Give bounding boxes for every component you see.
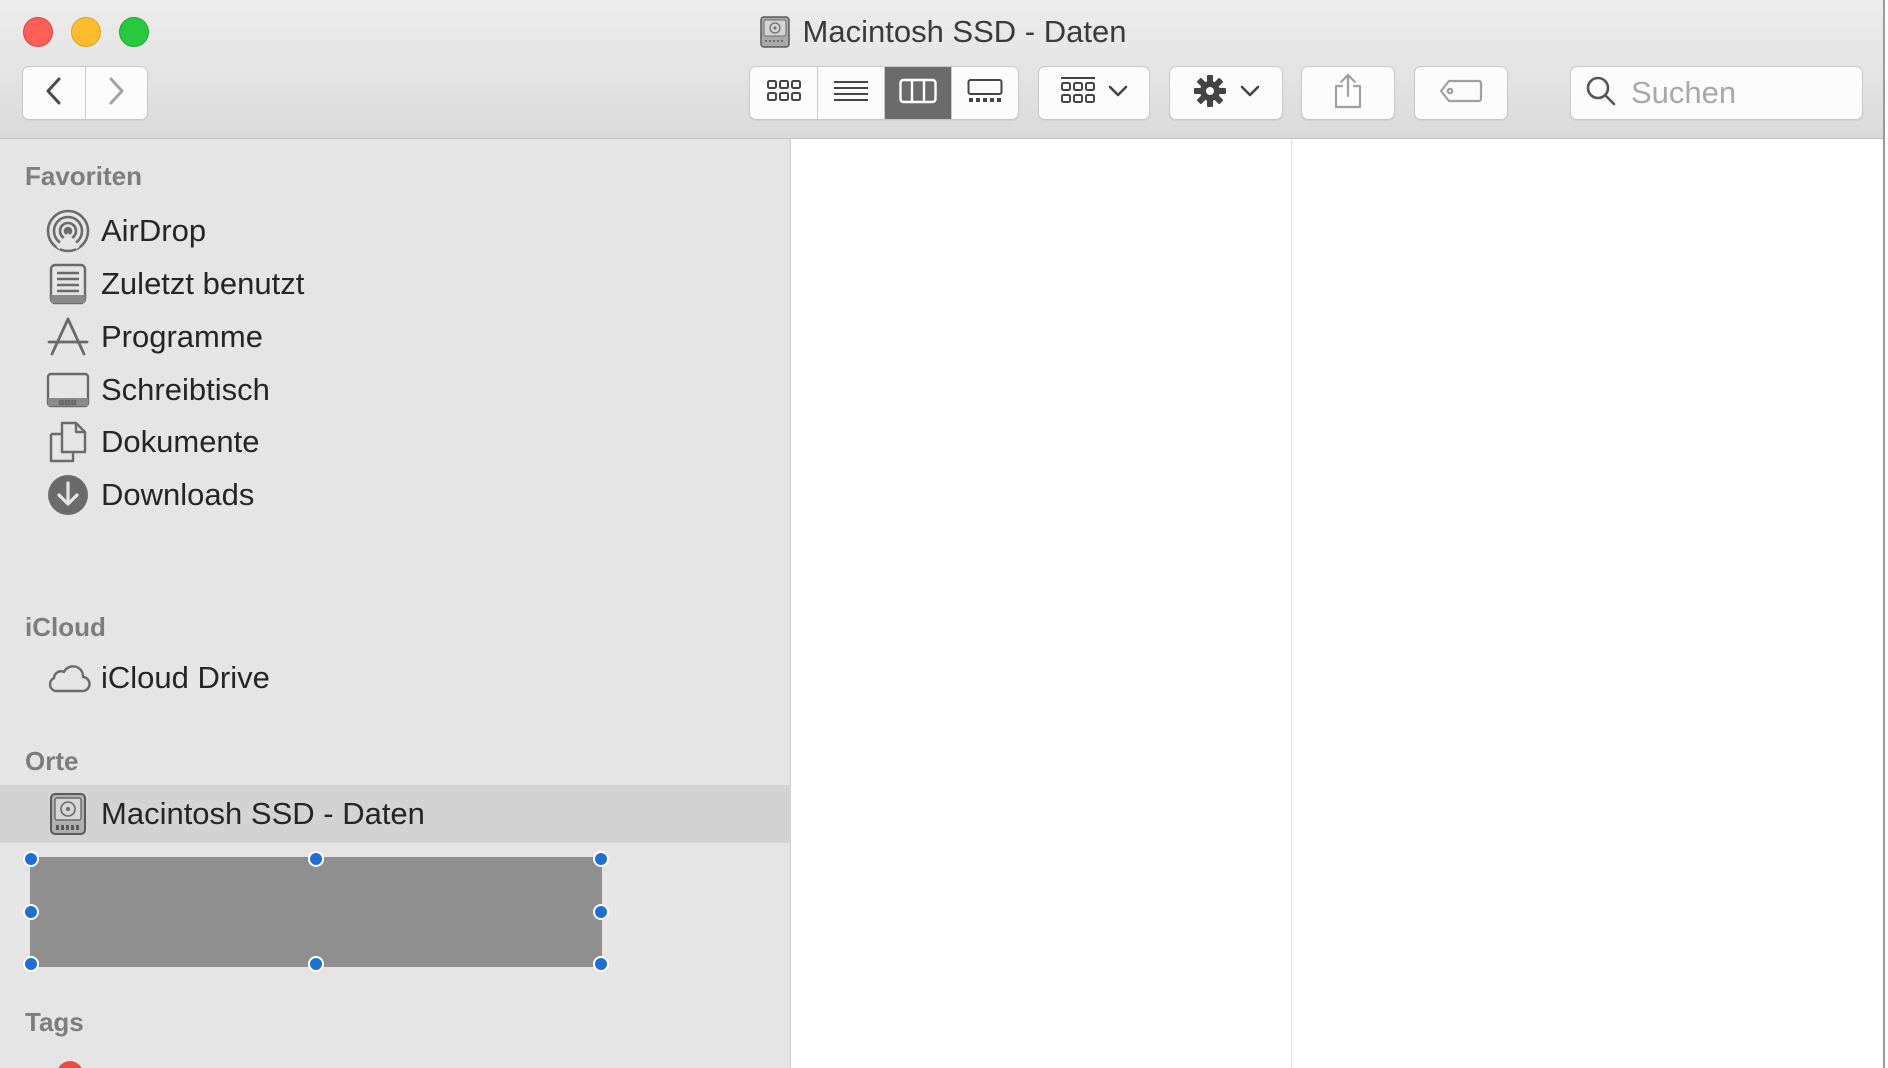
- search-field[interactable]: [1570, 66, 1863, 120]
- back-button[interactable]: [23, 67, 85, 119]
- selection-handle[interactable]: [23, 851, 39, 867]
- selection-handle[interactable]: [308, 956, 324, 972]
- chevron-left-icon: [43, 76, 65, 111]
- sidebar-item-label: AirDrop: [101, 213, 207, 248]
- chevron-right-icon: [105, 76, 127, 111]
- sidebar-item-applications[interactable]: Programme: [0, 308, 790, 366]
- gear-icon: [1192, 73, 1228, 114]
- selection-handle[interactable]: [593, 956, 609, 972]
- search-icon: [1585, 75, 1617, 112]
- list-view-button[interactable]: [816, 67, 884, 119]
- group-grid-icon: [1060, 76, 1096, 111]
- documents-icon: [45, 419, 91, 465]
- sidebar-item-desktop[interactable]: Schreibtisch: [0, 361, 790, 419]
- share-button[interactable]: [1301, 66, 1395, 120]
- sidebar-item-documents[interactable]: Dokumente: [0, 413, 790, 471]
- list-icon: [833, 79, 869, 108]
- recents-icon: [45, 261, 91, 307]
- airdrop-icon: [45, 208, 91, 254]
- icon-view-button[interactable]: [751, 67, 817, 119]
- navigation-buttons: [22, 66, 148, 120]
- sidebar-item-label: Programme: [101, 319, 263, 354]
- sidebar-section-icloud: iCloud: [25, 612, 106, 642]
- sidebar-item-airdrop[interactable]: AirDrop: [0, 202, 790, 260]
- sidebar-section-favorites: Favoriten: [25, 161, 143, 191]
- tags-button[interactable]: [1414, 66, 1508, 120]
- finder-window: Macintosh SSD - Daten Suchen Favoriten A…: [0, 0, 1885, 1068]
- desktop-icon: [45, 367, 91, 413]
- redacted-region: [30, 857, 602, 967]
- sidebar-item-label: Downloads: [101, 477, 255, 512]
- internal-disk-icon: [45, 791, 91, 837]
- selection-handle[interactable]: [23, 904, 39, 920]
- sidebar-item-downloads[interactable]: Downloads: [0, 466, 790, 524]
- gallery-view-button[interactable]: [950, 67, 1018, 119]
- selection-handle[interactable]: [593, 851, 609, 867]
- gallery-icon: [967, 78, 1003, 109]
- browser-column-1[interactable]: [793, 139, 1292, 1068]
- forward-button[interactable]: [84, 67, 148, 119]
- applications-icon: [45, 314, 91, 360]
- cloud-icon: [45, 655, 91, 701]
- sidebar-item-icloud-drive[interactable]: iCloud Drive: [0, 649, 790, 707]
- selection-handle[interactable]: [308, 851, 324, 867]
- columns-icon: [898, 78, 937, 109]
- sidebar-item-label: Dokumente: [101, 424, 260, 459]
- sidebar-item-label: iCloud Drive: [101, 660, 270, 695]
- selection-handle[interactable]: [23, 956, 39, 972]
- browser-column-2[interactable]: [1292, 139, 1881, 1068]
- window-title: Macintosh SSD - Daten: [802, 14, 1127, 49]
- chevron-down-icon: [1240, 84, 1260, 103]
- sidebar-item-label: Schreibtisch: [101, 372, 270, 407]
- toolbar: Macintosh SSD - Daten: [0, 0, 1883, 139]
- sidebar-item-label: Zuletzt benutzt: [101, 266, 305, 301]
- sidebar-item-label: Macintosh SSD - Daten: [101, 796, 425, 831]
- share-icon: [1333, 73, 1363, 114]
- tag-icon: [1439, 79, 1483, 108]
- sidebar-section-tags: Tags: [25, 1007, 84, 1037]
- selection-handle[interactable]: [593, 904, 609, 920]
- internal-disk-icon: [757, 14, 793, 50]
- sidebar-item-recents[interactable]: Zuletzt benutzt: [0, 255, 790, 313]
- search-input[interactable]: [1629, 74, 1853, 112]
- group-by-button[interactable]: [1038, 66, 1150, 120]
- grid-icon: [766, 79, 801, 108]
- window-title-area: Macintosh SSD - Daten: [0, 12, 1883, 60]
- sidebar-section-locations: Orte: [25, 746, 79, 776]
- sidebar-item-macintosh-ssd[interactable]: Macintosh SSD - Daten: [0, 785, 790, 843]
- column-view-button[interactable]: [883, 67, 951, 119]
- chevron-down-icon: [1108, 84, 1128, 103]
- downloads-icon: [45, 472, 91, 518]
- action-button[interactable]: [1169, 66, 1283, 120]
- view-mode-control: [749, 66, 1019, 120]
